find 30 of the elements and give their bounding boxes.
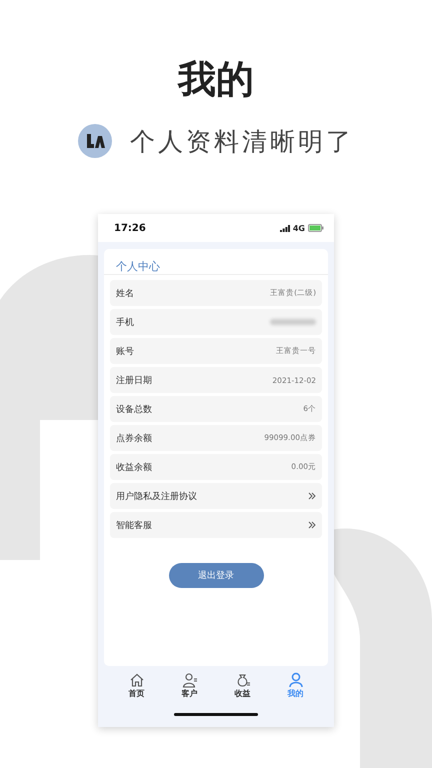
row-label: 手机: [116, 316, 134, 328]
logout-button[interactable]: 退出登录: [168, 563, 264, 588]
row-label: 点券余额: [116, 432, 152, 444]
logo-icon: [78, 124, 112, 158]
row-label: 姓名: [116, 288, 134, 300]
page-title: 个人中心: [104, 249, 328, 275]
row-label: 用户隐私及注册协议: [116, 490, 197, 502]
chevrons-icon: [308, 492, 316, 500]
blurred-value: [270, 319, 316, 325]
money-bag-icon: [234, 672, 250, 688]
headline: 我的: [178, 56, 254, 102]
battery-icon: [308, 224, 324, 232]
subtitle: 个人资料清晰明了: [130, 126, 354, 158]
menu-item[interactable]: 智能客服: [110, 512, 322, 538]
person-icon: [288, 672, 304, 688]
chevrons-icon: [308, 521, 316, 529]
status-time: 17:26: [114, 222, 146, 234]
row-label: 设备总数: [116, 404, 152, 416]
menu-item[interactable]: 用户隐私及注册协议: [110, 483, 322, 509]
person-icon: [182, 672, 198, 688]
home-icon: [128, 672, 144, 688]
row-label: 收益余额: [116, 462, 152, 474]
network-label: 4G: [292, 224, 305, 232]
row-label: 账号: [116, 346, 134, 358]
tab[interactable]: 收益: [234, 672, 250, 699]
signal-icon: [280, 224, 290, 232]
tab[interactable]: 客户: [182, 672, 198, 699]
tab[interactable]: 首页: [128, 672, 144, 699]
row-label: 注册日期: [116, 374, 152, 386]
row-label: 智能客服: [116, 520, 152, 532]
